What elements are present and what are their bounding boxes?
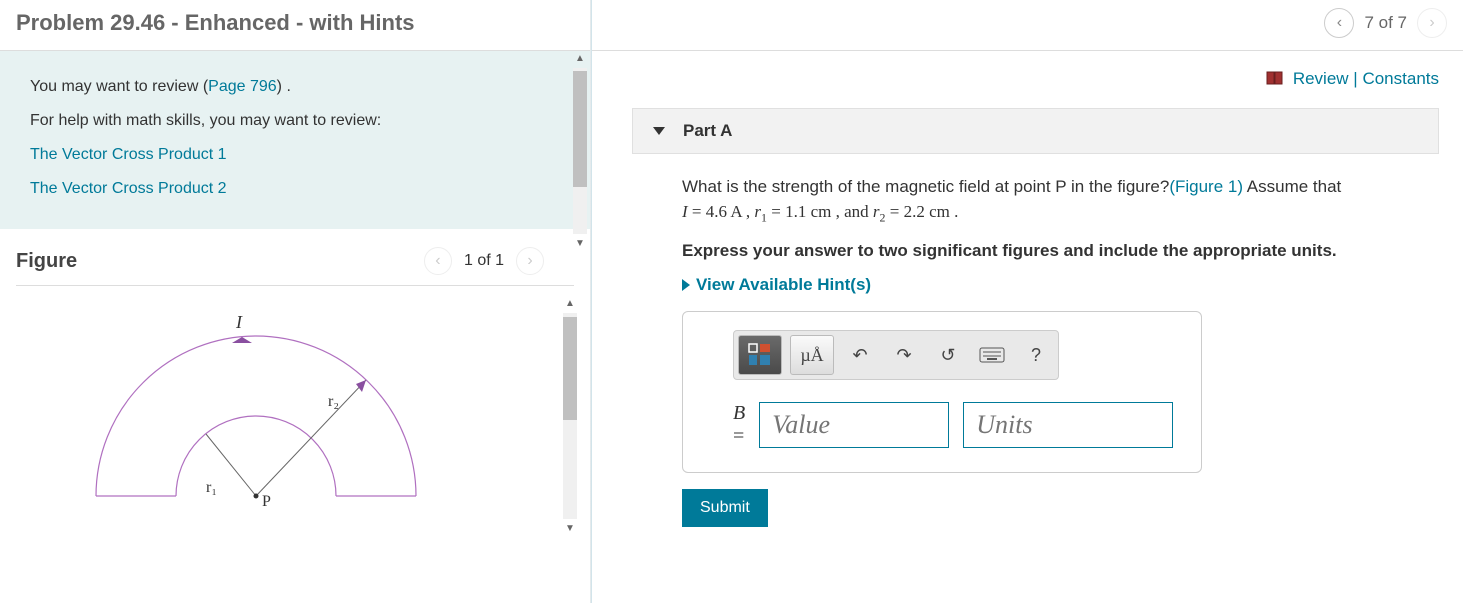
answer-box: µÅ ↶ ↷ ↺ ? B = — [682, 311, 1202, 473]
scroll-down-icon[interactable]: ▼ — [563, 521, 577, 536]
units-input[interactable] — [963, 402, 1173, 448]
pane-divider[interactable] — [590, 0, 592, 603]
part-a-title: Part A — [683, 121, 732, 141]
figure-prev-button[interactable]: ‹ — [424, 247, 452, 275]
figure-image: I r₁ r₂ P — [16, 286, 574, 551]
label-I: I — [235, 312, 243, 332]
submit-button[interactable]: Submit — [682, 489, 768, 527]
variable-label: B = — [733, 402, 745, 448]
label-r2: r₂ — [328, 393, 339, 410]
templates-button[interactable] — [738, 335, 782, 375]
prev-problem-button[interactable]: ‹ — [1324, 8, 1354, 38]
answer-instruction: Express your answer to two significant f… — [682, 241, 1433, 261]
next-problem-button[interactable]: › — [1417, 8, 1447, 38]
label-r1: r₁ — [206, 479, 217, 496]
math-help-text: For help with math skills, you may want … — [30, 109, 560, 133]
reset-button[interactable]: ↺ — [930, 335, 966, 375]
value-input[interactable] — [759, 402, 949, 448]
part-a-header[interactable]: Part A — [632, 108, 1439, 154]
collapse-icon — [653, 127, 665, 135]
figure-ref-link[interactable]: (Figure 1) — [1169, 177, 1243, 196]
label-P: P — [262, 493, 271, 510]
review-text: You may want to review ( — [30, 78, 208, 95]
book-icon — [1266, 70, 1284, 90]
cross-product-link-1[interactable]: The Vector Cross Product 1 — [30, 146, 227, 163]
equation-toolbar: µÅ ↶ ↷ ↺ ? — [733, 330, 1059, 380]
keyboard-button[interactable] — [974, 335, 1010, 375]
units-button[interactable]: µÅ — [790, 335, 834, 375]
expand-icon — [682, 279, 690, 291]
problem-position: 7 of 7 — [1364, 13, 1407, 33]
page-link[interactable]: Page 796 — [208, 78, 277, 95]
constants-link[interactable]: Constants — [1362, 69, 1439, 88]
help-button[interactable]: ? — [1018, 335, 1054, 375]
scroll-up-icon[interactable]: ▲ — [563, 296, 577, 311]
review-link[interactable]: Review — [1293, 69, 1349, 88]
undo-button[interactable]: ↶ — [842, 335, 878, 375]
figure-scrollbar[interactable]: ▲ ▼ — [560, 296, 580, 536]
cross-product-link-2[interactable]: The Vector Cross Product 2 — [30, 180, 227, 197]
hints-scrollbar[interactable]: ▲ ▼ — [570, 51, 590, 251]
figure-next-button[interactable]: › — [516, 247, 544, 275]
question-text: What is the strength of the magnetic fie… — [682, 174, 1433, 228]
problem-title: Problem 29.46 - Enhanced - with Hints — [16, 10, 1324, 36]
figure-position: 1 of 1 — [464, 252, 504, 270]
scroll-up-icon[interactable]: ▲ — [573, 51, 587, 66]
figure-title: Figure — [16, 250, 424, 273]
hints-panel: You may want to review (Page 796) . For … — [0, 51, 590, 229]
redo-button[interactable]: ↷ — [886, 335, 922, 375]
view-hints-link[interactable]: View Available Hint(s) — [682, 275, 1433, 295]
